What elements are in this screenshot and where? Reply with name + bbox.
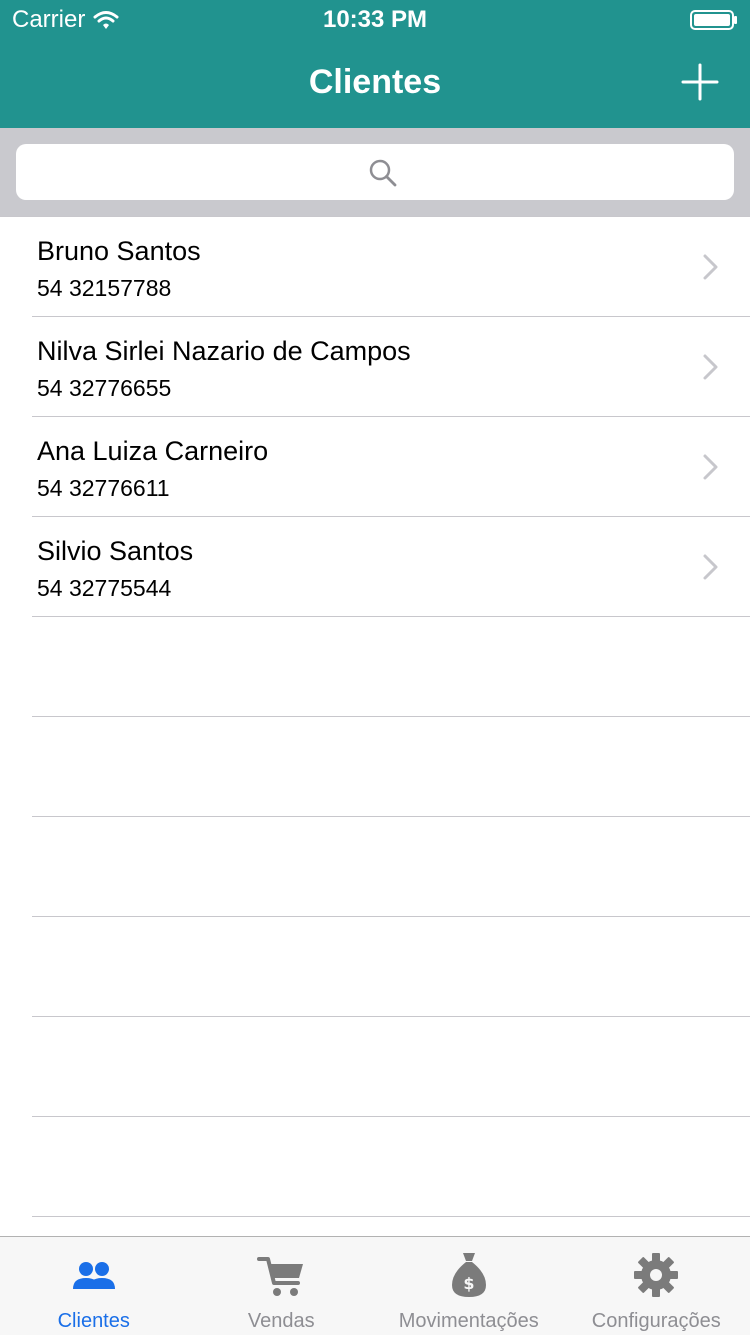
empty-row [0, 1017, 750, 1117]
people-icon [69, 1251, 119, 1299]
client-phone: 54 32776655 [37, 374, 171, 402]
empty-row [0, 817, 750, 917]
tab-vendas[interactable]: Vendas [188, 1237, 376, 1335]
chevron-right-icon [702, 253, 720, 281]
client-name: Ana Luiza Carneiro [37, 435, 268, 467]
empty-row [0, 917, 750, 1017]
header: Carrier 10:33 PM Clientes [0, 0, 750, 128]
client-name: Silvio Santos [37, 535, 193, 567]
page-title: Clientes [0, 62, 750, 102]
tab-label: Configurações [563, 1309, 750, 1333]
status-time: 10:33 PM [0, 6, 750, 34]
tab-bar: Clientes Vendas $ Movimentações [0, 1236, 750, 1335]
tab-label: Clientes [0, 1309, 188, 1333]
client-name: Nilva Sirlei Nazario de Campos [37, 335, 411, 367]
gear-icon [631, 1251, 681, 1299]
search-icon [368, 158, 398, 188]
money-bag-icon: $ [444, 1251, 494, 1299]
client-phone: 54 32157788 [37, 274, 171, 302]
client-row[interactable]: Bruno Santos 54 32157788 [0, 217, 750, 317]
empty-row [0, 717, 750, 817]
cart-icon [256, 1251, 306, 1299]
plus-icon [683, 65, 717, 99]
battery-icon [690, 10, 738, 30]
tab-label: Vendas [188, 1309, 376, 1333]
empty-row [0, 1117, 750, 1217]
search-input[interactable] [16, 144, 734, 200]
tab-movimentacoes[interactable]: $ Movimentações [375, 1237, 563, 1335]
chevron-right-icon [702, 553, 720, 581]
add-client-button[interactable] [680, 62, 720, 102]
client-name: Bruno Santos [37, 235, 201, 267]
client-list: Bruno Santos 54 32157788 Nilva Sirlei Na… [0, 216, 750, 1237]
status-bar: Carrier 10:33 PM [0, 0, 750, 40]
svg-text:$: $ [463, 1274, 474, 1293]
tab-label: Movimentações [375, 1309, 563, 1333]
tab-configuracoes[interactable]: Configurações [563, 1237, 750, 1335]
chevron-right-icon [702, 353, 720, 381]
chevron-right-icon [702, 453, 720, 481]
search-bar [0, 128, 750, 216]
client-phone: 54 32776611 [37, 474, 170, 502]
empty-row [0, 617, 750, 717]
client-row[interactable]: Ana Luiza Carneiro 54 32776611 [0, 417, 750, 517]
client-row[interactable]: Silvio Santos 54 32775544 [0, 517, 750, 617]
navigation-bar: Clientes [0, 40, 750, 128]
client-phone: 54 32775544 [37, 574, 171, 602]
client-row[interactable]: Nilva Sirlei Nazario de Campos 54 327766… [0, 317, 750, 417]
tab-clientes[interactable]: Clientes [0, 1237, 188, 1335]
